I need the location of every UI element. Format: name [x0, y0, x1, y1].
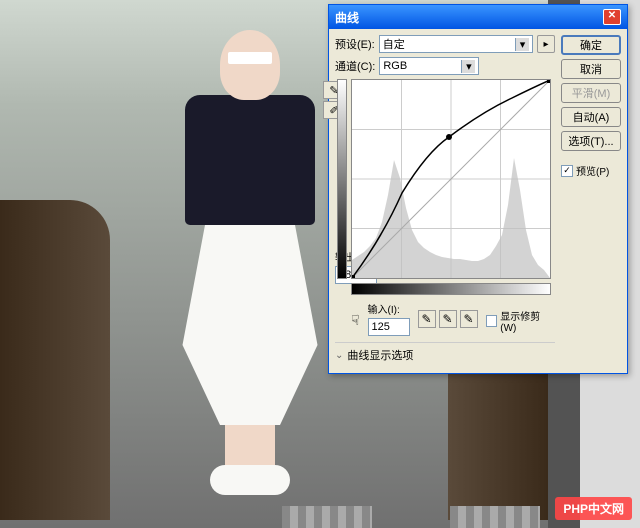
channel-select[interactable]: RGB ▾: [379, 57, 479, 75]
preset-label: 预设(E):: [335, 36, 375, 52]
smooth-button: 平滑(M): [561, 83, 621, 103]
chevron-down-icon: ⌄: [335, 350, 343, 361]
figure: [160, 30, 340, 500]
cancel-button[interactable]: 取消: [561, 59, 621, 79]
preview-checkbox[interactable]: ✓: [561, 165, 573, 177]
input-input[interactable]: [368, 318, 410, 336]
show-clipping-label: 显示修剪(W): [500, 308, 555, 334]
eyedropper-white-button[interactable]: ✎: [460, 310, 478, 328]
eyedropper-black-button[interactable]: ✎: [418, 310, 436, 328]
chevron-down-icon: ▾: [515, 38, 529, 51]
preview-label: 预览(P): [576, 163, 609, 178]
input-gradient: [351, 283, 551, 295]
eyedropper-icon: ✎: [422, 312, 432, 326]
input-label: 输入(I):: [368, 301, 410, 316]
check-icon: ✓: [563, 165, 571, 176]
pixelation-overlay: [282, 506, 372, 528]
curves-graph[interactable]: [351, 79, 551, 279]
pixelation-overlay: [450, 506, 540, 528]
show-clipping-checkbox[interactable]: [486, 315, 498, 327]
hand-icon[interactable]: ☟: [351, 312, 360, 329]
auto-button[interactable]: 自动(A): [561, 107, 621, 127]
eyedropper-gray-button[interactable]: ✎: [439, 310, 457, 328]
curves-dialog: 曲线 ✕ 预设(E): 自定 ▾ ▸ 通道(C): RGB ▾: [328, 4, 628, 374]
watermark: PHP中文网: [555, 497, 632, 520]
preset-select[interactable]: 自定 ▾: [379, 35, 533, 53]
output-gradient: [337, 79, 347, 279]
close-icon: ✕: [608, 10, 616, 21]
eyedropper-icon: ✎: [443, 312, 453, 326]
channel-value: RGB: [383, 60, 407, 72]
options-button[interactable]: 选项(T)...: [561, 131, 621, 151]
preset-menu-button[interactable]: ▸: [537, 35, 555, 53]
curve-control-point[interactable]: [446, 134, 452, 140]
dialog-title: 曲线: [335, 9, 359, 26]
preset-value: 自定: [383, 36, 405, 52]
dialog-titlebar[interactable]: 曲线 ✕: [329, 5, 627, 29]
eyedropper-icon: ✎: [464, 312, 474, 326]
display-options-label: 曲线显示选项: [347, 347, 413, 363]
display-options-expander[interactable]: ⌄ 曲线显示选项: [335, 342, 555, 367]
tree-left: [0, 200, 110, 520]
ok-button[interactable]: 确定: [561, 35, 621, 55]
chevron-down-icon: ▾: [461, 60, 475, 73]
close-button[interactable]: ✕: [603, 9, 621, 25]
menu-icon: ▸: [543, 39, 548, 50]
channel-label: 通道(C):: [335, 58, 375, 74]
